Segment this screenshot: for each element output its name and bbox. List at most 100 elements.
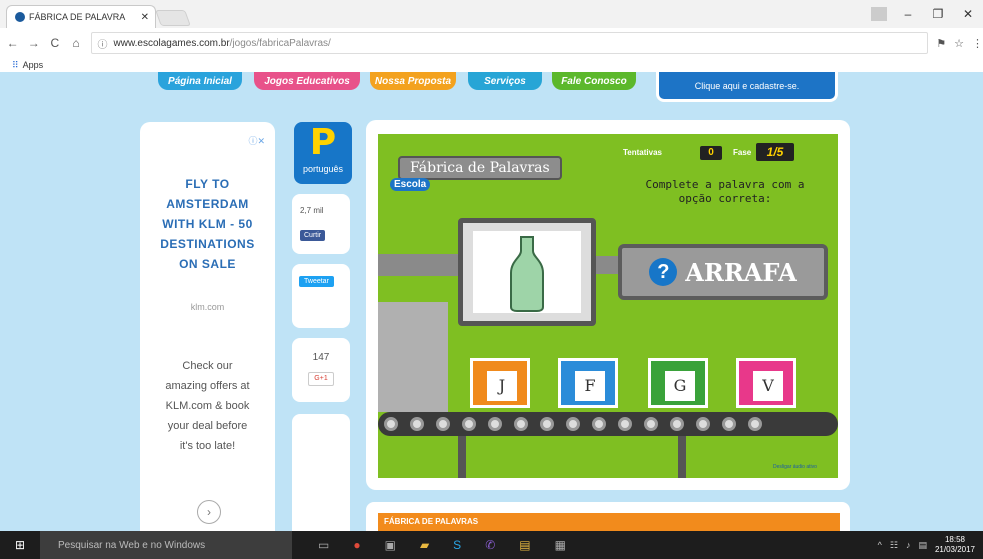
- home-icon[interactable]: ⌂: [67, 36, 84, 50]
- skype-icon[interactable]: S: [453, 538, 461, 552]
- apps-grid-icon: ⠿: [12, 59, 19, 70]
- picture-frame: [458, 218, 596, 326]
- folder-icon[interactable]: ▰: [420, 538, 429, 552]
- conveyor-belt: [378, 412, 838, 436]
- back-icon[interactable]: ←: [4, 36, 21, 50]
- forward-icon[interactable]: →: [25, 36, 42, 50]
- app-icon[interactable]: ▣: [385, 538, 396, 552]
- close-window-icon[interactable]: ✕: [953, 7, 983, 21]
- tweet-box: Tweetar: [292, 264, 350, 328]
- gear-icon: [644, 417, 658, 431]
- notification-icon[interactable]: ▤: [918, 540, 927, 551]
- nav-proposal-button[interactable]: Nossa Proposta: [370, 72, 456, 90]
- empty-panel: [292, 414, 350, 531]
- browser-window: FÁBRICA DE PALAVRA ✕ – ❐ ✕ ← → C ⌂ ⓘ www…: [0, 0, 983, 531]
- gear-icon: [592, 417, 606, 431]
- info-title: FÁBRICA DE PALAVRAS: [378, 513, 840, 531]
- url-path: /jogos/fabricaPalavras/: [229, 37, 331, 49]
- favicon-icon: [15, 12, 25, 22]
- calendar-icon[interactable]: ▦: [555, 538, 566, 552]
- gear-icon: [540, 417, 554, 431]
- gear-icon: [410, 417, 424, 431]
- portugues-badge[interactable]: P português: [294, 122, 352, 184]
- file-explorer-icon[interactable]: ▤: [519, 538, 530, 552]
- gplus-button[interactable]: G+1: [308, 372, 334, 386]
- taskbar-search[interactable]: Pesquisar na Web e no Windows: [40, 531, 292, 559]
- ad-panel[interactable]: ⓘ✕ FLY TO AMSTERDAM WITH KLM - 50 DESTIN…: [140, 122, 275, 531]
- facebook-like-button[interactable]: Curtir: [300, 230, 326, 241]
- close-tab-icon[interactable]: ✕: [141, 12, 149, 23]
- viber-icon[interactable]: ✆: [485, 538, 495, 552]
- gplus-count: 147: [312, 352, 330, 363]
- factory-machine: [378, 302, 448, 412]
- browser-tab[interactable]: FÁBRICA DE PALAVRA ✕: [6, 5, 156, 28]
- ad-headline[interactable]: FLY TO AMSTERDAM WITH KLM - 50 DESTINATI…: [140, 174, 275, 274]
- tab-strip: FÁBRICA DE PALAVRA ✕ – ❐ ✕: [0, 0, 983, 28]
- fase-label: Fase: [733, 148, 752, 157]
- info-icon[interactable]: ⓘ: [98, 36, 108, 51]
- url-bar[interactable]: ⓘ www.escolagames.com.br/jogos/fabricaPa…: [90, 32, 929, 54]
- minimize-icon[interactable]: –: [893, 7, 923, 21]
- option-box-j[interactable]: J: [470, 358, 530, 408]
- bottle-icon: [510, 236, 544, 312]
- network-icon[interactable]: ☷: [890, 540, 898, 551]
- clock-time: 18:58: [944, 535, 965, 544]
- ad-headline-line: AMSTERDAM: [166, 197, 249, 211]
- task-view-icon[interactable]: ▭: [318, 538, 329, 552]
- ad-next-icon[interactable]: ›: [197, 500, 221, 524]
- nav-services-button[interactable]: Serviços: [468, 72, 542, 90]
- conveyor-leg: [678, 436, 686, 478]
- game-canvas[interactable]: Fábrica de Palavras Escola Tentativas 0 …: [378, 134, 838, 478]
- ad-choices-icon[interactable]: ⓘ✕: [248, 134, 265, 147]
- chrome-icon[interactable]: ●: [353, 538, 360, 552]
- ad-body-line: your deal before: [167, 420, 248, 432]
- like-count: 2,7 mil: [300, 206, 324, 215]
- gear-icon: [436, 417, 450, 431]
- option-letter: V: [753, 371, 783, 401]
- menu-icon[interactable]: ⋮: [972, 37, 983, 50]
- pipe: [378, 254, 458, 276]
- ad-headline-line: DESTINATIONS: [160, 237, 255, 251]
- option-box-v[interactable]: V: [736, 358, 796, 408]
- portugues-label: português: [302, 164, 344, 174]
- chevron-up-icon[interactable]: ^: [878, 540, 882, 550]
- tab-title: FÁBRICA DE PALAVRA: [29, 12, 126, 22]
- user-profile-icon[interactable]: [871, 7, 887, 21]
- extension-icon[interactable]: ⚑: [936, 37, 946, 50]
- system-tray: ^ ☷ ♪ ▤ 18:58 21/03/2017: [878, 531, 975, 559]
- address-row: ← → C ⌂ ⓘ www.escolagames.com.br/jogos/f…: [0, 28, 983, 58]
- ad-body: Check our amazing offers at KLM.com & bo…: [140, 356, 275, 456]
- bookmark-star-icon[interactable]: ☆: [954, 37, 964, 50]
- gear-icon: [384, 417, 398, 431]
- nav-contact-button[interactable]: Fale Conosco: [552, 72, 636, 90]
- gear-icon: [748, 417, 762, 431]
- restore-icon[interactable]: ❐: [923, 7, 953, 21]
- gear-icon: [722, 417, 736, 431]
- signup-button[interactable]: Clique aqui e cadastre-se.: [656, 72, 838, 102]
- taskbar-apps: ▭ ● ▣ ▰ S ✆ ▤ ▦: [318, 538, 566, 552]
- question-mark-icon: ?: [649, 258, 678, 286]
- option-box-g[interactable]: G: [648, 358, 708, 408]
- bookmark-apps[interactable]: Apps: [23, 60, 44, 70]
- volume-icon[interactable]: ♪: [906, 540, 911, 550]
- ad-domain: klm.com: [190, 302, 225, 312]
- game-brand-logo: Escola: [390, 178, 431, 191]
- url-domain: www.escolagames.com.br: [113, 37, 230, 49]
- portugues-letter: P: [309, 122, 337, 163]
- tweet-button[interactable]: Tweetar: [299, 276, 334, 287]
- new-tab-button[interactable]: [155, 10, 191, 26]
- reload-icon[interactable]: C: [46, 36, 63, 50]
- clock[interactable]: 18:58 21/03/2017: [935, 535, 975, 555]
- gplus-box: 147 G+1: [292, 338, 350, 402]
- option-letter: F: [575, 371, 605, 401]
- option-box-f[interactable]: F: [558, 358, 618, 408]
- nav-games-button[interactable]: Jogos Educativos: [254, 72, 360, 90]
- audio-toggle-link[interactable]: Desligar áudio ativo: [773, 464, 817, 470]
- taskbar: ⊞ Pesquisar na Web e no Windows ▭ ● ▣ ▰ …: [0, 531, 983, 559]
- nav-home-button[interactable]: Página Inicial: [158, 72, 242, 90]
- window-controls: – ❐ ✕: [871, 0, 983, 28]
- windows-start-icon[interactable]: ⊞: [0, 538, 40, 552]
- facebook-like-box: 2,7 mil Curtir: [292, 194, 350, 254]
- ad-body-line: Check our: [182, 360, 233, 372]
- picture-area: [473, 231, 581, 313]
